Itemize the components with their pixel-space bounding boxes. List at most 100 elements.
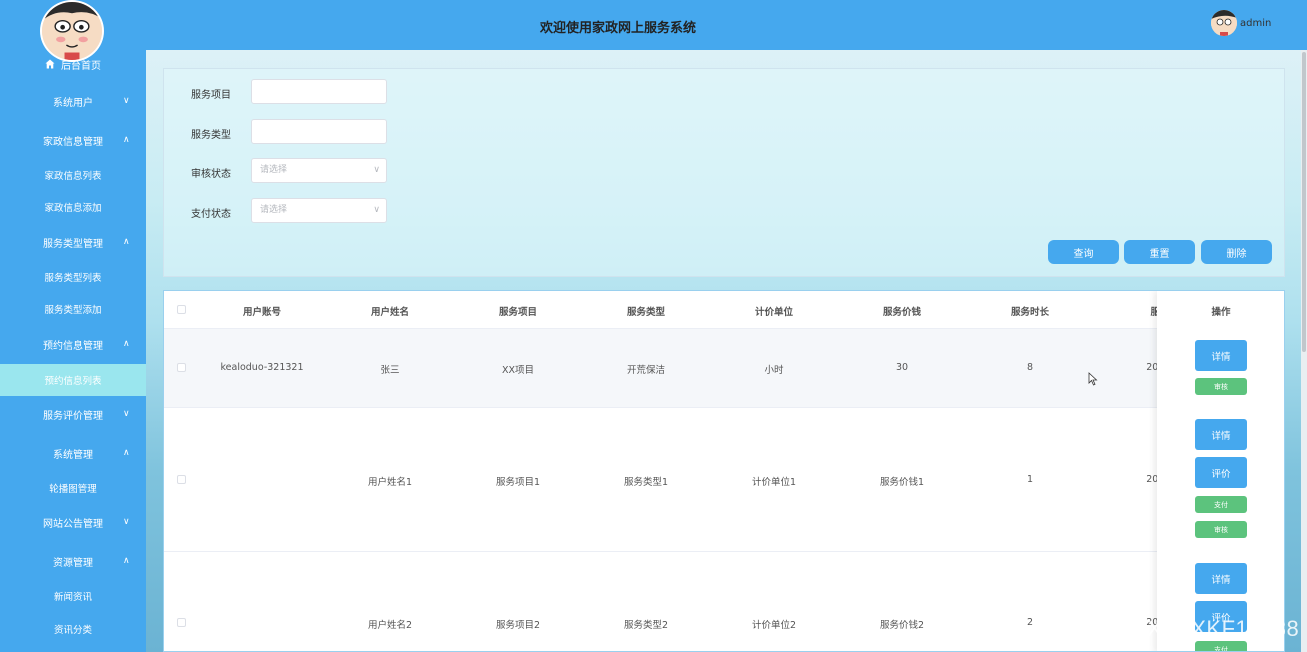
table-cell-price: 服务价钱1 — [879, 477, 925, 488]
chevron-down-icon: ∨ — [373, 205, 380, 215]
pay-button[interactable]: 支付 — [1195, 641, 1247, 651]
sidebar-item-11[interactable]: 系统管理 ∧ — [0, 445, 146, 461]
page-title: 欢迎使用家政网上服务系统 — [540, 21, 697, 36]
sidebar-item-5[interactable]: 服务类型管理 ∧ — [0, 234, 146, 250]
audit-status-select[interactable]: 请选择 ∨ — [251, 158, 387, 183]
sidebar-item-6[interactable]: 服务类型列表 — [0, 269, 146, 285]
field-label-service-item: 服务项目 — [191, 90, 231, 101]
sidebar-item-0[interactable]: 后台首页 — [0, 56, 146, 72]
sidebar-item-15[interactable]: 新闻资讯 — [0, 588, 146, 604]
sidebar-item-label: 服务类型管理 — [43, 238, 103, 250]
table-cell-unit: 计价单位2 — [751, 620, 797, 631]
user-name[interactable]: admin — [1240, 18, 1271, 29]
sidebar-item-label: 服务类型添加 — [44, 305, 102, 316]
chevron-down-icon: ∨ — [123, 95, 130, 106]
sidebar-item-label: 资源管理 — [53, 557, 93, 569]
mouse-cursor-icon — [1088, 372, 1098, 386]
table-cell-price: 服务价钱2 — [879, 620, 925, 631]
row-checkbox[interactable] — [177, 363, 186, 372]
select-all-checkbox[interactable] — [177, 305, 186, 314]
service-item-input[interactable] — [251, 79, 387, 104]
sidebar-item-label: 家政信息列表 — [44, 171, 102, 182]
sidebar-item-12[interactable]: 轮播图管理 — [0, 480, 146, 496]
sidebar-item-2[interactable]: 家政信息管理 ∧ — [0, 132, 146, 148]
sidebar-item-label: 预约信息列表 — [44, 376, 102, 387]
delete-button[interactable]: 删除 — [1201, 240, 1272, 264]
watermark: CSDN @VX_CXKF10088 — [1038, 616, 1300, 641]
sidebar-avatar — [40, 0, 104, 62]
search-panel: 服务项目 服务类型 审核状态 请选择 ∨ 支付状态 请选择 ∨ 查询 重置 删除 — [163, 68, 1285, 277]
table-header: 服务时长 — [1010, 307, 1050, 318]
scrollbar-thumb[interactable] — [1302, 52, 1306, 352]
review-button[interactable]: 评价 — [1195, 457, 1247, 488]
sidebar-item-label: 服务类型列表 — [44, 273, 102, 284]
table-row[interactable] — [164, 407, 1284, 551]
avatar-cartoon-icon — [42, 2, 102, 60]
table-header: 计价单位 — [754, 307, 794, 318]
sidebar-item-4[interactable]: 家政信息添加 — [0, 199, 146, 215]
table-cell-duration: 8 — [1026, 362, 1034, 373]
pay-status-select[interactable]: 请选择 ∨ — [251, 198, 387, 223]
chevron-up-icon: ∧ — [123, 555, 130, 566]
row-checkbox[interactable] — [177, 475, 186, 484]
table-header: 服务类型 — [626, 307, 666, 318]
reset-button[interactable]: 重置 — [1124, 240, 1195, 264]
table-cell-unit: 小时 — [764, 365, 784, 376]
table-cell-item: XX项目 — [501, 365, 535, 376]
table-cell-account: kealoduo-321321 — [220, 362, 304, 373]
sidebar-item-label: 服务评价管理 — [43, 410, 103, 422]
sidebar-item-14[interactable]: 资源管理 ∧ — [0, 553, 146, 569]
sidebar-item-label: 资讯分类 — [53, 625, 92, 636]
table-header: 服务价钱 — [882, 307, 922, 318]
table-header: 服务项目 — [498, 307, 538, 318]
chevron-down-icon: ∨ — [123, 408, 130, 419]
table-cell-name: 张三 — [380, 365, 400, 376]
table-cell-type: 服务类型1 — [623, 477, 669, 488]
detail-button[interactable]: 详情 — [1195, 340, 1247, 371]
table-cell-name: 用户姓名2 — [367, 620, 413, 631]
sidebar-item-label: 后台首页 — [61, 60, 101, 72]
sidebar-item-label: 家政信息管理 — [43, 136, 103, 148]
page-scrollbar[interactable] — [1301, 50, 1307, 652]
home-icon — [45, 59, 55, 69]
table-row[interactable] — [164, 328, 1284, 407]
detail-button[interactable]: 详情 — [1195, 419, 1247, 450]
sidebar-item-7[interactable]: 服务类型添加 — [0, 301, 146, 317]
sidebar-item-8[interactable]: 预约信息管理 ∧ — [0, 336, 146, 352]
service-type-input[interactable] — [251, 119, 387, 144]
sidebar-item-label: 家政信息添加 — [44, 203, 102, 214]
detail-button[interactable]: 详情 — [1195, 563, 1247, 594]
row-checkbox[interactable] — [177, 618, 186, 627]
table-cell-duration: 2 — [1026, 617, 1034, 628]
table-cell-type: 服务类型2 — [623, 620, 669, 631]
pay-button[interactable]: 支付 — [1195, 496, 1247, 513]
sidebar-item-3[interactable]: 家政信息列表 — [0, 167, 146, 183]
chevron-up-icon: ∧ — [123, 236, 130, 247]
sidebar-item-13[interactable]: 网站公告管理 ∨ — [0, 514, 146, 530]
chevron-up-icon: ∧ — [123, 134, 130, 145]
sidebar-item-label: 系统管理 — [53, 449, 93, 461]
field-label-pay-status: 支付状态 — [191, 209, 231, 220]
audit-button[interactable]: 审核 — [1195, 521, 1247, 538]
sidebar-item-label: 系统用户 — [53, 97, 93, 109]
user-avatar-icon — [1211, 10, 1237, 36]
sidebar-item-label: 网站公告管理 — [43, 518, 103, 530]
query-button[interactable]: 查询 — [1048, 240, 1119, 264]
table-cell-duration: 1 — [1026, 474, 1034, 485]
field-label-service-type: 服务类型 — [191, 130, 231, 141]
sidebar-item-9[interactable]: 预约信息列表 — [0, 364, 146, 396]
sidebar-item-1[interactable]: 系统用户 ∨ — [0, 93, 146, 109]
field-label-audit-status: 审核状态 — [191, 169, 231, 180]
header-actions: 操作 — [1211, 307, 1231, 318]
sidebar-item-label: 轮播图管理 — [49, 484, 97, 495]
user-avatar[interactable] — [1211, 10, 1237, 36]
sidebar-item-10[interactable]: 服务评价管理 ∨ — [0, 406, 146, 422]
sidebar-item-label: 预约信息管理 — [43, 340, 103, 352]
sidebar-item-16[interactable]: 资讯分类 — [0, 621, 146, 637]
table-header: 用户姓名 — [370, 307, 410, 318]
top-bar: 欢迎使用家政网上服务系统 admin — [146, 0, 1307, 50]
sidebar-item-label: 新闻资讯 — [53, 592, 92, 603]
sidebar: 后台首页系统用户 ∨ 家政信息管理 ∧ 家政信息列表 家政信息添加 服务类型管理 ∧ 服务类型列… — [0, 0, 146, 652]
audit-button[interactable]: 审核 — [1195, 378, 1247, 395]
table-cell-name: 用户姓名1 — [367, 477, 413, 488]
